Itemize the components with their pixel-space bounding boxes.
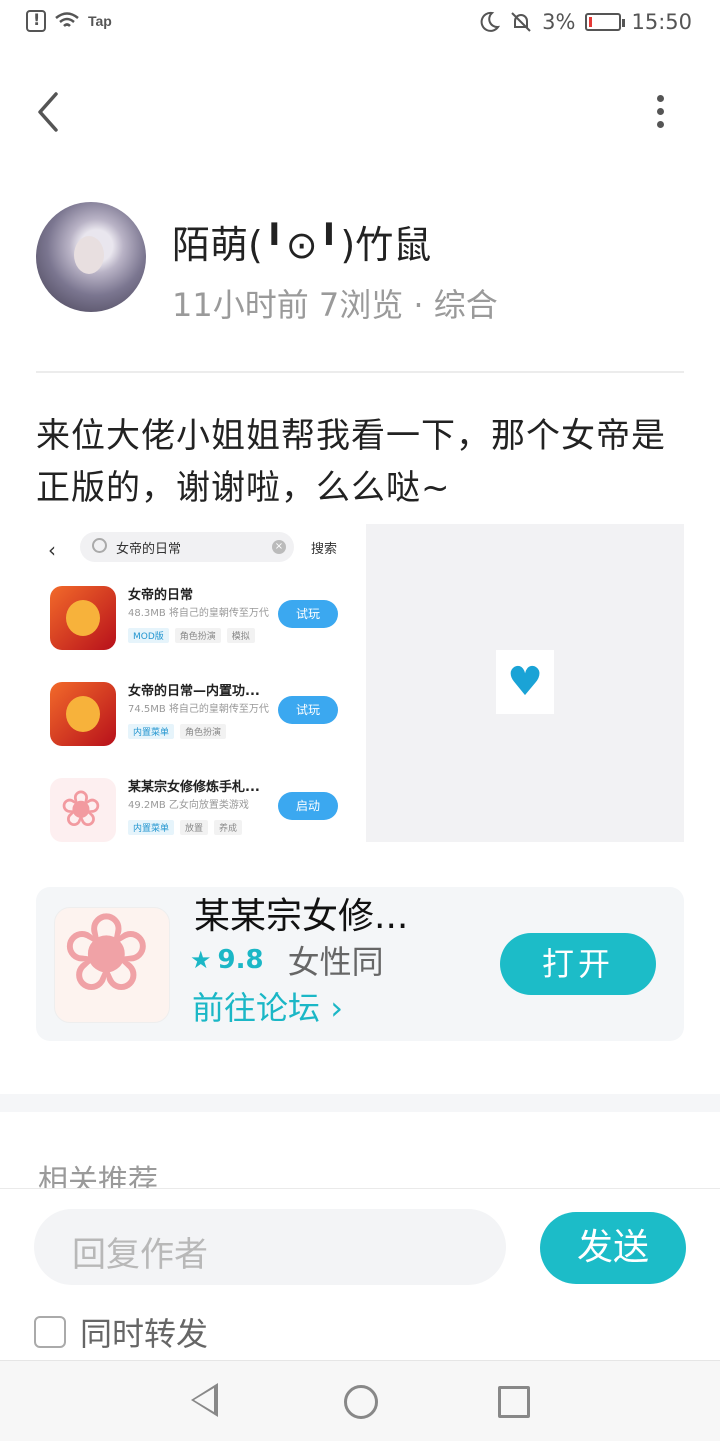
search-button: 搜索: [311, 542, 338, 557]
alert-icon: [26, 10, 46, 32]
forum-link[interactable]: 前往论坛 ›: [192, 983, 343, 1029]
app-name: 某某宗女修...: [194, 896, 409, 937]
heart-icon: ♥: [496, 650, 554, 714]
clear-icon: ×: [272, 540, 286, 554]
post-image[interactable]: ‹ 女帝的日常 × 搜索 女帝的日常 48.3MB 将自己的皇朝传至万代 MOD…: [36, 524, 684, 842]
system-nav-bar: [0, 1360, 720, 1441]
carrier-label: Tap: [88, 13, 112, 29]
reply-input[interactable]: 回复作者: [34, 1209, 506, 1285]
app-rating: ★ 9.8 女性同: [190, 937, 384, 983]
section-divider: [0, 1094, 720, 1112]
launch-button: 启动: [278, 792, 338, 820]
forward-checkbox[interactable]: [34, 1316, 66, 1348]
reply-bar: 回复作者 发送 同时转发: [0, 1188, 720, 1361]
forward-label: 同时转发: [80, 1315, 209, 1353]
chevron-left-icon: ‹: [48, 538, 56, 562]
app-card[interactable]: ❀ 某某宗女修... ★ 9.8 女性同 前往论坛 › 打开: [36, 887, 684, 1041]
blossom-icon: ❀: [54, 907, 170, 1023]
search-input: 女帝的日常 ×: [80, 532, 294, 562]
forward-option[interactable]: 同时转发: [34, 1309, 208, 1355]
reply-placeholder: 回复作者: [72, 1235, 208, 1275]
dragon-icon: [50, 682, 116, 746]
mute-bell-icon: [511, 12, 531, 32]
post-image-right[interactable]: ♥: [366, 524, 684, 842]
battery-percent: 3%: [542, 10, 576, 34]
nav-back-icon[interactable]: [191, 1383, 218, 1417]
try-button: 试玩: [278, 696, 338, 724]
status-bar: Tap 3% 15:50: [0, 0, 720, 50]
dragon-icon: [50, 586, 116, 650]
avatar[interactable]: [36, 202, 146, 312]
chevron-right-icon: ›: [330, 989, 343, 1027]
search-icon: [92, 538, 107, 553]
post-image-left[interactable]: ‹ 女帝的日常 × 搜索 女帝的日常 48.3MB 将自己的皇朝传至万代 MOD…: [36, 524, 366, 842]
divider: [36, 371, 684, 373]
star-icon: ★: [190, 946, 212, 974]
battery-icon: [585, 13, 626, 31]
wifi-icon: [55, 12, 79, 27]
moon-icon: [480, 11, 501, 32]
clock: 15:50: [631, 10, 692, 34]
nav-home-icon[interactable]: [344, 1385, 378, 1419]
send-button[interactable]: 发送: [540, 1212, 686, 1284]
post-body: 来位大佬小姐姐帮我看一下，那个女帝是正版的，谢谢啦，么么哒~: [36, 416, 666, 508]
nav-recents-icon[interactable]: [498, 1386, 530, 1418]
list-item: 女帝的日常—内置功... 74.5MB 将自己的皇朝传至万代 内置菜单 角色扮演…: [36, 678, 366, 748]
try-button: 试玩: [278, 600, 338, 628]
chevron-left-icon[interactable]: [36, 90, 76, 134]
open-button[interactable]: 打开: [500, 933, 656, 995]
blossom-icon: [50, 778, 116, 842]
more-vertical-icon[interactable]: [648, 95, 672, 129]
author-name[interactable]: 陌萌(╹⊙╹)竹鼠: [172, 214, 431, 269]
list-item: 女帝的日常 48.3MB 将自己的皇朝传至万代 MOD版 角色扮演 模拟 试玩: [36, 582, 366, 652]
list-item: 某某宗女修修炼手札... 49.2MB 乙女向放置类游戏 内置菜单 放置 养成 …: [36, 774, 366, 842]
post-meta: 11小时前 7浏览 · 综合: [172, 286, 498, 324]
app-category: 女性同: [287, 943, 384, 981]
